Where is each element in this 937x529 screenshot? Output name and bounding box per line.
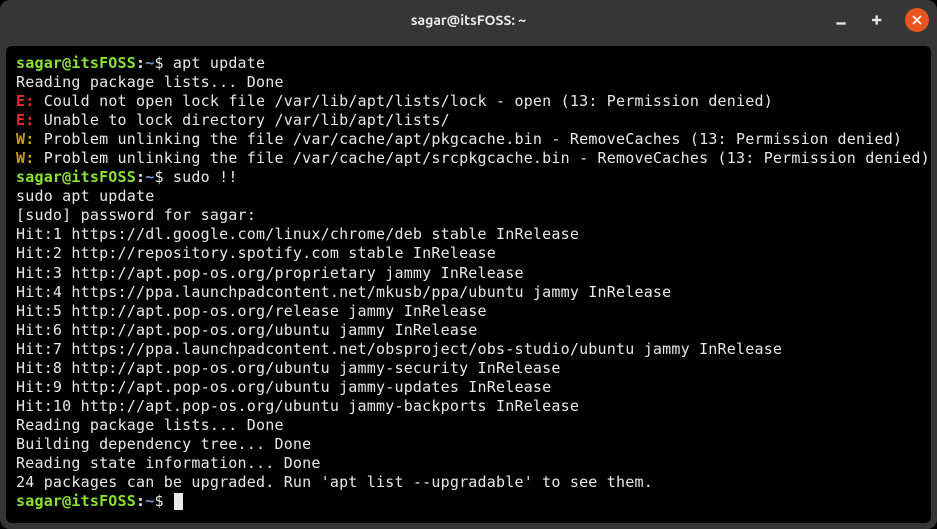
output-line: Hit:1 https://dl.google.com/linux/chrome… [16, 225, 921, 244]
terminal-window: sagar@itsFOSS: ~ sagar [0, 0, 937, 529]
titlebar: sagar@itsFOSS: ~ [0, 0, 937, 40]
prompt-dollar: $ [154, 168, 163, 186]
output-line: Building dependency tree... Done [16, 435, 921, 454]
command-text [164, 492, 173, 510]
window-title: sagar@itsFOSS: ~ [411, 12, 526, 28]
maximize-icon [872, 13, 886, 27]
output-line: [sudo] password for sagar: [16, 206, 921, 225]
close-icon [912, 15, 922, 25]
output-line: 24 packages can be upgraded. Run 'apt li… [16, 473, 921, 492]
output-warning: W: Problem unlinking the file /var/cache… [16, 130, 921, 149]
error-tag: E: [16, 111, 34, 129]
output-line: Hit:4 https://ppa.launchpadcontent.net/m… [16, 283, 921, 302]
warning-tag: W: [16, 130, 34, 148]
command-text: apt update [164, 54, 266, 72]
terminal-body[interactable]: sagar@itsFOSS:~$ apt update Reading pack… [6, 46, 931, 523]
command-text: sudo !! [164, 168, 238, 186]
minimize-button[interactable] [829, 8, 853, 32]
output-line: Hit:9 http://apt.pop-os.org/ubuntu jammy… [16, 378, 921, 397]
output-error: E: Could not open lock file /var/lib/apt… [16, 92, 921, 111]
output-line: Hit:10 http://apt.pop-os.org/ubuntu jamm… [16, 397, 921, 416]
warning-tag: W: [16, 149, 34, 167]
output-line: Hit:5 http://apt.pop-os.org/release jamm… [16, 302, 921, 321]
terminal-wrap: sagar@itsFOSS:~$ apt update Reading pack… [0, 40, 937, 529]
output-line: Hit:7 https://ppa.launchpadcontent.net/o… [16, 340, 921, 359]
output-line: Reading package lists... Done [16, 416, 921, 435]
warning-msg: Problem unlinking the file /var/cache/ap… [34, 130, 902, 148]
output-line: Reading package lists... Done [16, 73, 921, 92]
prompt-colon: : [136, 168, 145, 186]
cursor [174, 493, 183, 510]
error-msg: Could not open lock file /var/lib/apt/li… [34, 92, 772, 110]
prompt-user: sagar@itsFOSS [16, 168, 136, 186]
output-line: Hit:8 http://apt.pop-os.org/ubuntu jammy… [16, 359, 921, 378]
prompt-dollar: $ [154, 492, 163, 510]
output-line: Reading state information... Done [16, 454, 921, 473]
prompt-colon: : [136, 492, 145, 510]
prompt-dollar: $ [154, 54, 163, 72]
maximize-button[interactable] [867, 8, 891, 32]
minimize-icon [834, 13, 848, 27]
error-msg: Unable to lock directory /var/lib/apt/li… [34, 111, 449, 129]
close-button[interactable] [905, 8, 929, 32]
window-controls [829, 8, 929, 32]
warning-msg: Problem unlinking the file /var/cache/ap… [34, 149, 929, 167]
output-line: Hit:6 http://apt.pop-os.org/ubuntu jammy… [16, 321, 921, 340]
prompt-line: sagar@itsFOSS:~$ [16, 492, 921, 511]
output-line: Hit:2 http://repository.spotify.com stab… [16, 244, 921, 263]
output-error: E: Unable to lock directory /var/lib/apt… [16, 111, 921, 130]
prompt-line: sagar@itsFOSS:~$ apt update [16, 54, 921, 73]
output-line: Hit:3 http://apt.pop-os.org/proprietary … [16, 264, 921, 283]
output-line: sudo apt update [16, 187, 921, 206]
prompt-colon: : [136, 54, 145, 72]
error-tag: E: [16, 92, 34, 110]
prompt-user: sagar@itsFOSS [16, 492, 136, 510]
output-warning: W: Problem unlinking the file /var/cache… [16, 149, 921, 168]
prompt-user: sagar@itsFOSS [16, 54, 136, 72]
prompt-line: sagar@itsFOSS:~$ sudo !! [16, 168, 921, 187]
